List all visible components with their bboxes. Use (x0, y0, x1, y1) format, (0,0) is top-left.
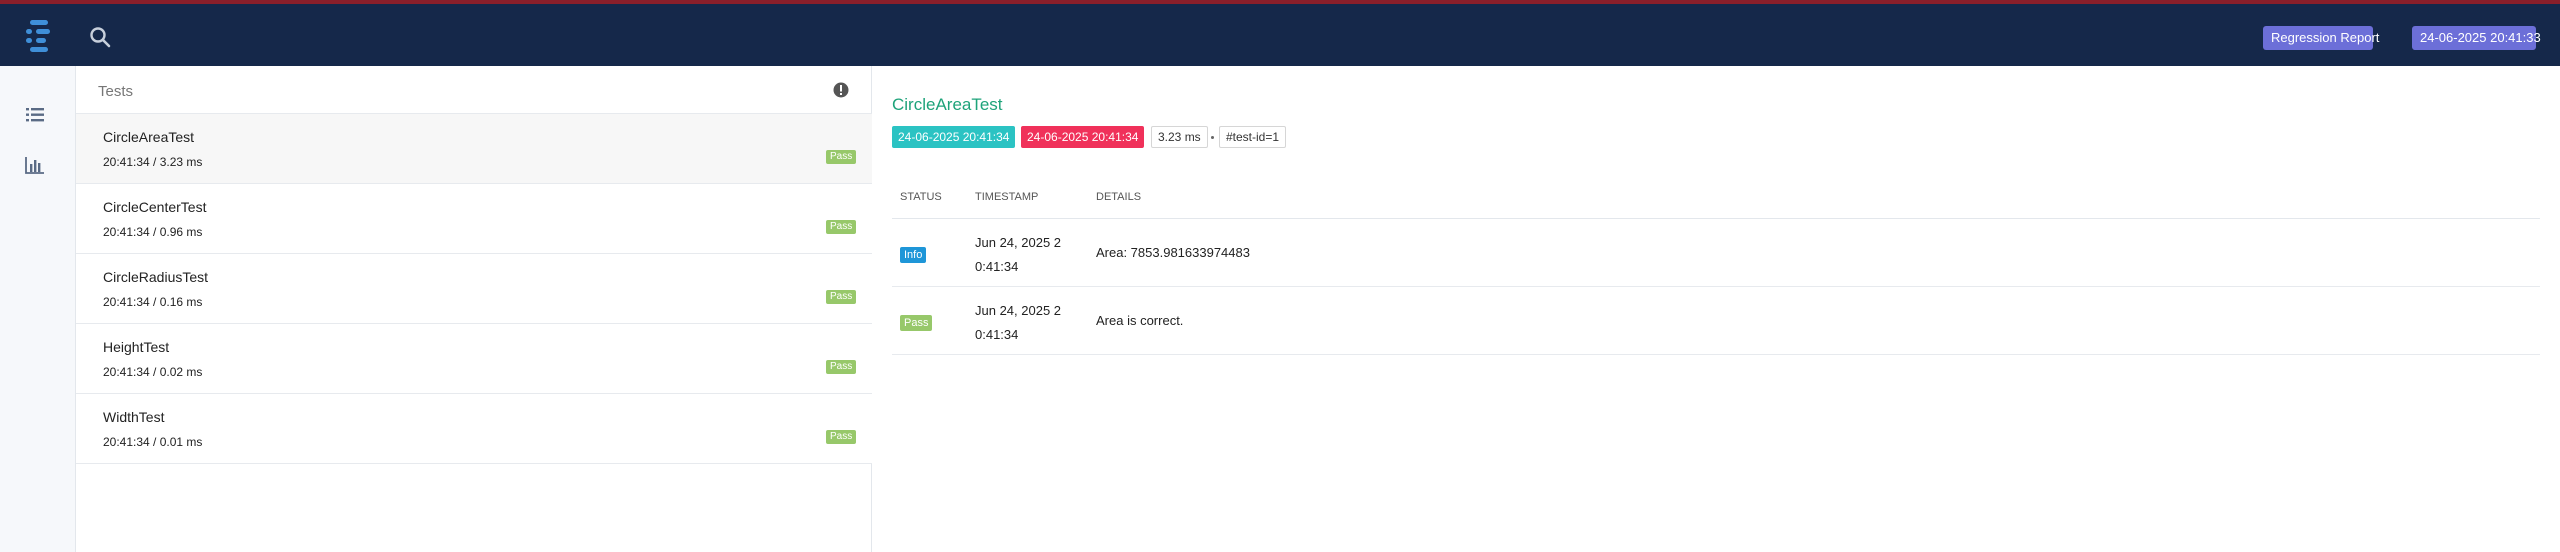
details-column-header: DETAILS (1096, 191, 1142, 203)
test-item-circlecentertest[interactable]: CircleCenterTest 20:41:34 / 0.96 ms Pass (76, 184, 872, 254)
test-time-duration: 20:41:34 / 0.16 ms (103, 295, 203, 309)
test-detail-title: CircleAreaTest (892, 95, 1003, 114)
pass-status-badge: Pass (826, 430, 857, 444)
log-details: Area: 7853.981633974483 (1096, 245, 1250, 260)
pass-status-badge: Pass (826, 150, 857, 164)
search-icon[interactable] (88, 25, 112, 49)
bar-chart-icon[interactable] (24, 154, 46, 176)
test-name: HeightTest (103, 339, 170, 355)
status-column-header: STATUS (900, 191, 942, 203)
log-status: Info (900, 245, 927, 263)
report-date-badge: 24-06-2025 20:41:33 (2412, 26, 2541, 50)
pass-status-badge: Pass (826, 290, 857, 304)
test-time-duration: 20:41:34 / 0.96 ms (103, 225, 203, 239)
timestamp-column-header: TIMESTAMP (975, 191, 1039, 203)
duration-badge: 3.23 ms (1151, 126, 1208, 148)
test-item-widthtest[interactable]: WidthTest 20:41:34 / 0.01 ms Pass (76, 394, 872, 464)
log-row: Pass Jun 24, 2025 2 0:41:34 Area is corr… (892, 287, 2540, 355)
test-detail-panel: CircleAreaTest 24-06-2025 20:41:34 24-06… (873, 66, 2560, 552)
test-list-header: Tests (76, 66, 872, 114)
pass-status-badge: Pass (900, 315, 933, 331)
test-list-title: Tests (98, 83, 134, 100)
test-item-circleareatest[interactable]: CircleAreaTest 20:41:34 / 3.23 ms Pass (76, 114, 872, 184)
info-status-badge: Info (900, 247, 927, 263)
test-name: CircleCenterTest (103, 199, 207, 215)
test-name: WidthTest (103, 409, 165, 425)
list-icon[interactable] (24, 104, 46, 126)
log-status: Pass (900, 313, 933, 331)
pass-status-badge: Pass (826, 220, 857, 234)
test-item-circleradiustest[interactable]: CircleRadiusTest 20:41:34 / 0.16 ms Pass (76, 254, 872, 324)
test-time-duration: 20:41:34 / 0.02 ms (103, 365, 203, 379)
test-list-panel: Tests CircleAreaTest 20:41:34 / 3.23 ms … (76, 66, 872, 552)
log-timestamp: Jun 24, 2025 2 0:41:34 (975, 235, 1062, 274)
start-time-badge: 24-06-2025 20:41:34 (892, 126, 1016, 148)
report-name-badge: Regression Report (2263, 26, 2379, 50)
test-time-duration: 20:41:34 / 0.01 ms (103, 435, 203, 449)
top-navbar: Regression Report 24-06-2025 20:41:33 (0, 4, 2560, 66)
log-timestamp: Jun 24, 2025 2 0:41:34 (975, 303, 1062, 342)
pass-status-badge: Pass (826, 360, 857, 374)
test-item-heighttest[interactable]: HeightTest 20:41:34 / 0.02 ms Pass (76, 324, 872, 394)
log-details: Area is correct. (1096, 313, 1184, 328)
test-time-duration: 20:41:34 / 3.23 ms (103, 155, 203, 169)
test-id-badge: #test-id=1 (1219, 126, 1287, 148)
info-icon[interactable] (833, 82, 849, 98)
left-sidebar (0, 66, 76, 552)
end-time-badge: 24-06-2025 20:41:34 (1021, 126, 1145, 148)
test-name: CircleRadiusTest (103, 269, 209, 285)
log-row: Info Jun 24, 2025 2 0:41:34 Area: 7853.9… (892, 219, 2540, 287)
log-table-header: STATUS TIMESTAMP DETAILS (892, 180, 2540, 219)
extent-logo-icon[interactable] (24, 18, 56, 56)
separator-dot (1211, 136, 1214, 139)
test-name: CircleAreaTest (103, 129, 195, 145)
